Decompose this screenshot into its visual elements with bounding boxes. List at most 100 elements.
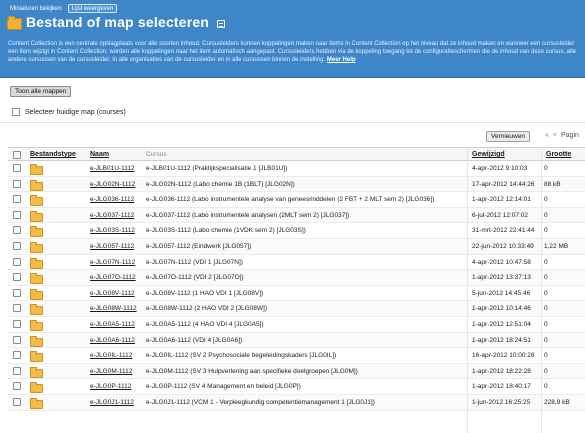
row-name-link[interactable]: e-JLG0P-1112 [90, 383, 131, 390]
row-checkbox[interactable] [13, 210, 21, 219]
row-name-link[interactable]: e-JLG08W-1112 [90, 305, 137, 312]
row-name-link[interactable]: e-JLG037-1112 [90, 212, 134, 219]
row-modified: 1-apr-2012 18:40:17 [472, 383, 531, 391]
row-checkbox[interactable] [13, 226, 21, 235]
row-modified: 1-apr-2012 10:14:46 [472, 305, 531, 313]
row-checkbox[interactable] [13, 241, 21, 250]
table-row: e-JLG07O-1112 e-JLG07O-1112 (VDI 2 [JLG07… [8, 270, 585, 286]
row-size: 228,9 kB [544, 398, 570, 406]
refresh-button[interactable]: Vernieuwen [486, 131, 530, 142]
folder-icon [30, 288, 43, 300]
row-checkbox[interactable] [13, 319, 21, 328]
row-course: e-JLG03S-1112 (Labo chemie (1VDK sem 2) … [146, 227, 306, 235]
folder-icon [30, 304, 43, 316]
select-all-checkbox[interactable] [13, 151, 21, 159]
table-row: e-JLB01U-1112 e-JLB01U-1112 (Praktijkspec… [8, 161, 585, 177]
row-checkbox[interactable] [13, 335, 21, 344]
header-name[interactable]: Naam [90, 151, 109, 158]
table-row: e-JLG02N-1112 e-JLG02N-1112 (Labo chemie … [8, 176, 585, 193]
row-checkbox[interactable] [13, 351, 21, 360]
row-checkbox[interactable] [13, 195, 21, 204]
row-size: 88 kB [544, 180, 561, 188]
row-course: e-JLG08W-1112 (2 HAO VDI 2 [JLG08W]) [146, 305, 268, 313]
first-page-icon[interactable]: « [545, 132, 549, 139]
row-modified: 22-jun-2012 10:33:49 [472, 242, 534, 250]
row-checkbox[interactable] [13, 164, 21, 172]
row-name-link[interactable]: e-JLG03S-1112 [90, 227, 135, 234]
row-size: 0 [544, 320, 548, 328]
row-name-link[interactable]: e-JLG02N-1112 [90, 181, 135, 188]
row-course: e-JLG0M-1112 (SV 3 Hulpverlening aan spe… [146, 367, 358, 375]
row-course: e-JLG0P-1112 (SV 4 Management en beleid … [146, 383, 301, 391]
row-name-link[interactable]: e-JLG07N-1112 [90, 259, 135, 266]
row-name-link[interactable]: e-JLG08V-1112 [90, 290, 135, 297]
table-row: e-JLG0P-1112 e-JLG0P-1112 (SV 4 Managemen… [8, 379, 585, 395]
more-help-link[interactable]: Meer Help [327, 57, 356, 63]
table-row: e-JLG0J1-1112 e-JLG0J1-1112 (VCM 1 - Verp… [8, 394, 585, 411]
file-table: Bestandstype Naam Cursus Gewijzigd Groot… [8, 147, 585, 411]
row-modified: 1-apr-2012 12:14:01 [472, 196, 531, 204]
header-size[interactable]: Grootte [546, 151, 571, 158]
header-type[interactable]: Bestandstype [30, 151, 76, 158]
row-modified: 6-jul-2012 12:07:02 [472, 211, 529, 219]
row-checkbox[interactable] [13, 179, 21, 188]
row-course: e-JLG07O-1112 (VDI 2 [JLG07O]) [146, 274, 244, 282]
select-current-folder-checkbox[interactable] [12, 108, 20, 116]
row-modified: 1-apr-2012 12:51:04 [472, 320, 531, 328]
view-list-button[interactable]: Lijst weergeven [67, 4, 118, 13]
row-checkbox[interactable] [13, 273, 21, 282]
folder-icon [30, 351, 43, 363]
header-modified[interactable]: Gewijzigd [472, 151, 505, 158]
row-size: 0 [544, 258, 548, 266]
row-size: 0 [544, 352, 548, 360]
row-modified: 1-apr-2012 18:24:51 [472, 336, 531, 344]
row-name-link[interactable]: e-JLG0M-1112 [90, 368, 132, 375]
row-checkbox[interactable] [13, 397, 21, 406]
row-checkbox[interactable] [13, 382, 21, 391]
row-name-link[interactable]: e-JLG0A6-1112 [90, 337, 135, 344]
table-row: e-JLG08V-1112 e-JLG08V-1112 (1 HAO VDI 1 … [8, 286, 585, 302]
row-checkbox[interactable] [13, 288, 21, 297]
row-size: 0 [544, 211, 548, 219]
row-name-link[interactable]: e-JLG0J1-1112 [90, 399, 134, 406]
show-all-folders-button[interactable]: Toon alle mappen [10, 86, 72, 97]
table-header: Bestandstype Naam Cursus Gewijzigd Groot… [8, 147, 585, 161]
row-name-link[interactable]: e-JLG0A5-1112 [90, 321, 135, 328]
table-row: e-JLG037-1112 e-JLG037-1112 (Labo instrum… [8, 207, 585, 224]
table-row: e-JLG08W-1112 e-JLG08W-1112 (2 HAO VDI 2 … [8, 301, 585, 317]
info-icon[interactable] [217, 20, 226, 28]
header-course: Cursus [146, 151, 167, 158]
row-checkbox[interactable] [13, 257, 21, 266]
row-name-link[interactable]: e-JLG07O-1112 [90, 274, 136, 281]
row-checkbox[interactable] [13, 304, 21, 313]
folder-icon [30, 257, 43, 269]
row-course: e-JLG07N-1112 (VDI 1 [JLG07N]) [146, 258, 243, 266]
folder-icon [30, 319, 43, 331]
view-toggle: Miniaturen bekijken Lijst weergeven [8, 4, 118, 13]
row-course: e-JLG0A5-1112 (4 HAO VDI 4 [JLG0A5]) [146, 320, 264, 328]
previous-page-icon[interactable]: < [553, 132, 557, 139]
row-size: 1,22 MB [544, 242, 569, 250]
folder-icon [30, 241, 43, 253]
row-name-link[interactable]: e-JLG036-1112 [90, 196, 134, 203]
row-size: 0 [544, 165, 548, 172]
row-name-link[interactable]: e-JLG0IL-1112 [90, 352, 132, 359]
row-modified: 4-apr-2012 10:47:58 [472, 258, 531, 266]
folder-icon [30, 397, 43, 409]
row-checkbox[interactable] [13, 366, 21, 375]
row-modified: 5-jun-2012 14:45:46 [472, 289, 531, 297]
row-modified: 17-apr-2012 14:44:26 [472, 180, 535, 188]
table-row: e-JLG0IL-1112 e-JLG0IL-1112 (SV 2 Psychos… [8, 348, 585, 364]
divider [0, 122, 585, 123]
table-row: e-JLG057-1112 e-JLG057-1112 (Eindwerk [JL… [8, 238, 585, 255]
row-modified: 16-apr-2012 10:00:28 [472, 352, 535, 360]
page-title: Bestand of map selecteren [26, 14, 210, 30]
table-row: e-JLG0A6-1112 e-JLG0A6-1112 (VDI 4 [JLG0A… [8, 332, 585, 349]
folder-icon [30, 164, 43, 175]
row-name-link[interactable]: e-JLG057-1112 [90, 243, 134, 250]
view-thumbnails-link[interactable]: Miniaturen bekijken [8, 5, 64, 13]
table-row: e-JLG036-1112 e-JLG036-1112 (Labo instrum… [8, 192, 585, 208]
row-name-link[interactable]: e-JLB01U-1112 [90, 165, 135, 172]
folder-icon [30, 210, 43, 222]
row-modified: 1-jun-2012 16:25:25 [472, 398, 531, 406]
